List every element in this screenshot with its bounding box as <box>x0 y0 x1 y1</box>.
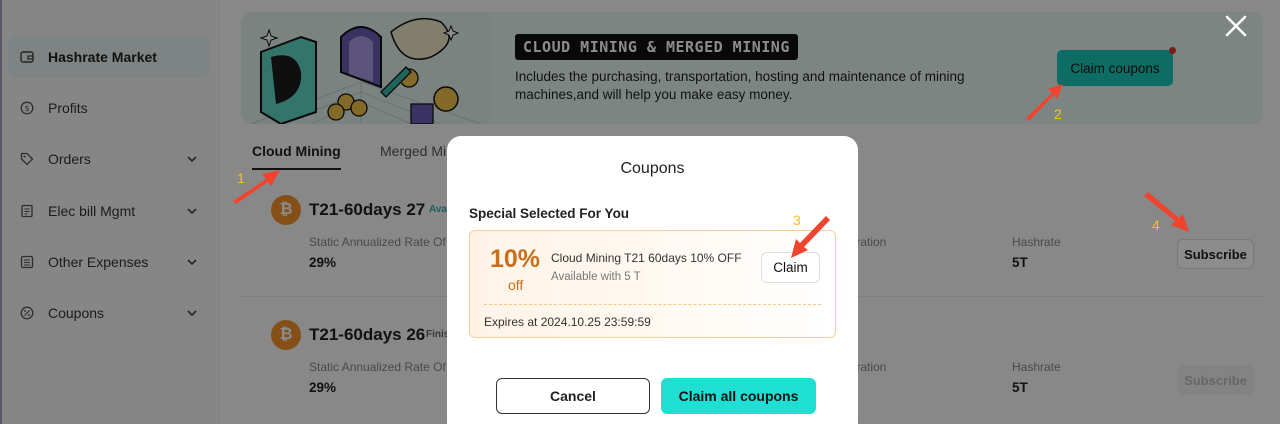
coupon-expiry: Expires at 2024.10.25 23:59:59 <box>484 315 651 329</box>
modal-title: Coupons <box>620 160 685 177</box>
coupon-availability: Available with 5 T <box>551 271 641 283</box>
coupon-divider <box>484 304 821 305</box>
claim-all-coupons-button[interactable]: Claim all coupons <box>661 378 816 414</box>
coupon-percent: 10% <box>490 245 541 273</box>
coupon-name: Cloud Mining T21 60days 10% OFF <box>551 251 742 265</box>
claim-button[interactable]: Claim <box>761 252 820 283</box>
coupon-off-label: off <box>508 277 524 293</box>
annotation-number: 3 <box>793 212 801 228</box>
annotation-number: 2 <box>1054 106 1062 122</box>
coupon-card: 10% off Cloud Mining T21 60days 10% OFF … <box>469 230 836 338</box>
close-icon[interactable] <box>1223 13 1249 39</box>
cancel-button[interactable]: Cancel <box>496 378 650 414</box>
annotation-number: 1 <box>237 170 245 186</box>
modal-subtitle: Special Selected For You <box>469 206 630 221</box>
annotation-number: 4 <box>1152 217 1160 233</box>
coupons-modal: Coupons Special Selected For You 10% off… <box>447 136 858 424</box>
